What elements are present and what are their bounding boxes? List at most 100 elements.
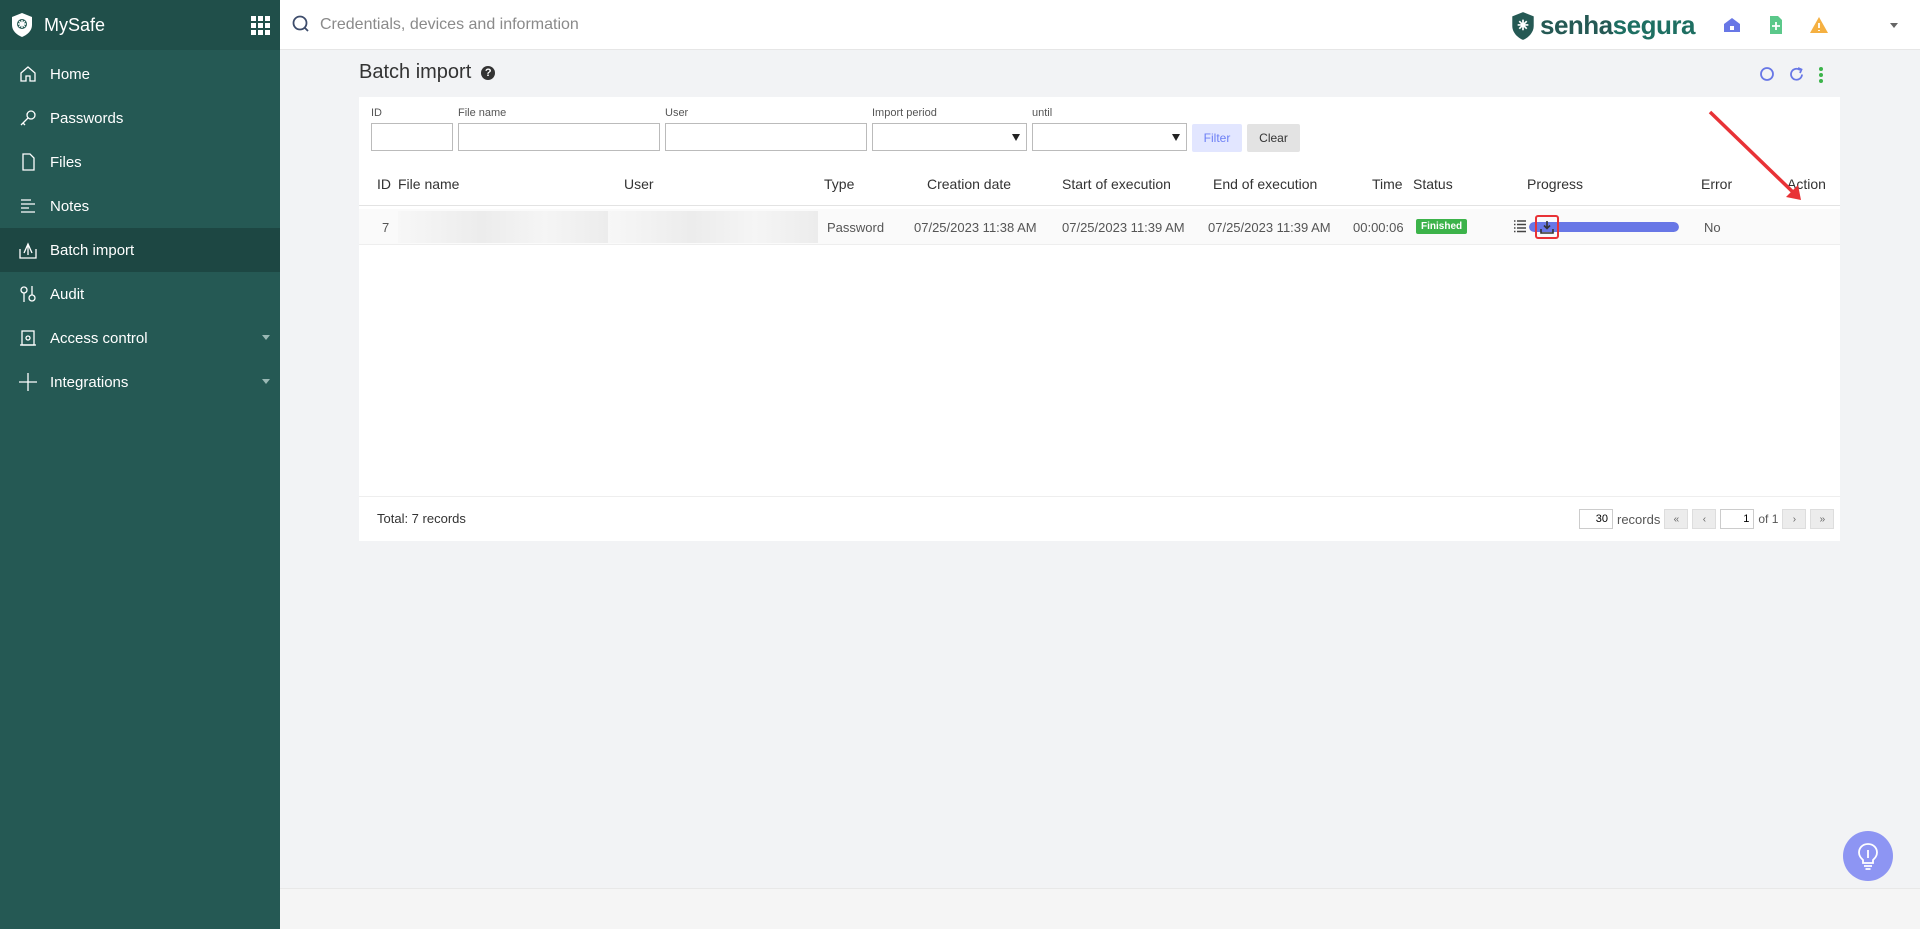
batch-import-panel: ID File name User Import period until Fi…: [359, 97, 1840, 541]
sidebar: MySafe Home Passwords Files Notes Batch …: [0, 0, 280, 929]
table-row[interactable]: 7 Password 07/25/2023 11:38 AM 07/25/202…: [359, 209, 1840, 245]
column-header-file-name[interactable]: File name: [398, 176, 459, 192]
status-badge: Finished: [1416, 219, 1468, 234]
column-header-user[interactable]: User: [624, 176, 654, 192]
access-control-icon: [18, 328, 38, 348]
next-page-button[interactable]: ›: [1782, 509, 1807, 529]
filter-label-user: User: [665, 107, 689, 119]
cell-user-redacted: [608, 211, 818, 243]
cell-creation-date: 07/25/2023 11:38 AM: [914, 220, 1037, 235]
footer-strip: [280, 888, 1920, 929]
sidebar-item-home[interactable]: Home: [0, 52, 280, 96]
import-period-end-select[interactable]: [1032, 123, 1187, 151]
batch-import-icon: [18, 240, 38, 260]
current-page-input[interactable]: [1720, 509, 1755, 529]
brand-logo: senhasegura: [1510, 10, 1695, 41]
id-filter-input[interactable]: [371, 123, 453, 151]
clear-button[interactable]: Clear: [1247, 124, 1300, 152]
user-menu-chevron-icon[interactable]: [1890, 23, 1898, 28]
column-header-id[interactable]: ID: [377, 176, 391, 192]
last-page-button[interactable]: »: [1810, 509, 1835, 529]
cell-end-of-execution: 07/25/2023 11:39 AM: [1208, 220, 1331, 235]
cell-error: No: [1704, 220, 1721, 235]
notes-icon: [18, 196, 38, 216]
sidebar-item-passwords[interactable]: Passwords: [0, 96, 280, 140]
add-document-icon[interactable]: [1766, 15, 1786, 35]
search-input[interactable]: [320, 12, 920, 38]
lightbulb-icon: [1858, 843, 1878, 870]
refresh-icon[interactable]: [1788, 66, 1805, 83]
column-header-progress[interactable]: Progress: [1527, 176, 1583, 192]
filter-button[interactable]: Filter: [1192, 124, 1242, 152]
plus-icon: [18, 372, 38, 392]
more-options-icon[interactable]: [1818, 66, 1824, 84]
download-button[interactable]: [1535, 215, 1559, 239]
brand-name-part2: segura: [1612, 10, 1696, 40]
column-header-creation-date[interactable]: Creation date: [927, 176, 1011, 192]
top-bar: senhasegura: [280, 0, 1920, 50]
dropdown-arrow-icon: [1012, 134, 1020, 141]
total-records: Total: 7 records: [377, 511, 466, 526]
brand-shield-icon: [1512, 11, 1534, 40]
cell-start-of-execution: 07/25/2023 11:39 AM: [1062, 220, 1185, 235]
warning-icon[interactable]: [1809, 15, 1829, 35]
shield-logo-icon: [12, 13, 32, 37]
sidebar-item-label: Notes: [50, 197, 90, 215]
sidebar-item-label: Home: [50, 65, 91, 83]
user-filter-input[interactable]: [665, 123, 867, 151]
chevron-down-icon: [262, 335, 270, 340]
column-header-action: Action: [1787, 176, 1826, 192]
help-icon[interactable]: ?: [481, 65, 496, 80]
sidebar-item-notes[interactable]: Notes: [0, 184, 280, 228]
brand-name-part1: senha: [1540, 10, 1613, 40]
sidebar-item-access-control[interactable]: Access control: [0, 316, 280, 360]
filter-label-import-period: Import period: [872, 107, 937, 119]
sidebar-nav: Home Passwords Files Notes Batch import: [0, 52, 280, 404]
key-icon: [18, 108, 38, 128]
column-header-error[interactable]: Error: [1701, 176, 1732, 192]
sidebar-item-label: Batch import: [50, 241, 135, 259]
sidebar-item-label: Passwords: [50, 109, 124, 127]
home-shortcut-icon[interactable]: [1722, 15, 1742, 35]
column-header-type[interactable]: Type: [824, 176, 854, 192]
filter-label-until: until: [1032, 107, 1053, 119]
file-icon: [18, 152, 38, 172]
cell-file-name-redacted: [398, 211, 608, 243]
column-header-start-of-execution[interactable]: Start of execution: [1062, 176, 1171, 192]
dropdown-arrow-icon: [1172, 134, 1180, 141]
home-icon: [18, 64, 38, 84]
app-name: MySafe: [44, 14, 106, 35]
circle-toggle-icon[interactable]: [1759, 66, 1775, 82]
first-page-button[interactable]: «: [1664, 509, 1689, 529]
column-header-status[interactable]: Status: [1413, 176, 1453, 192]
records-label: records: [1617, 511, 1661, 527]
divider: [359, 496, 1840, 497]
sidebar-item-label: Integrations: [50, 373, 129, 391]
apps-grid-icon[interactable]: [251, 15, 270, 35]
cell-type: Password: [827, 220, 885, 235]
sidebar-item-integrations[interactable]: Integrations: [0, 360, 280, 404]
column-header-end-of-execution[interactable]: End of execution: [1213, 176, 1317, 192]
list-details-icon[interactable]: [1513, 219, 1527, 233]
chevron-down-icon: [262, 379, 270, 384]
sidebar-item-files[interactable]: Files: [0, 140, 280, 184]
page-title: Batch import ?: [359, 61, 496, 84]
page-count-label: of 1: [1758, 512, 1779, 526]
pagination: records « ‹ of 1 › »: [1579, 509, 1835, 529]
import-period-start-select[interactable]: [872, 123, 1027, 151]
cell-time: 00:00:06: [1353, 220, 1404, 235]
sidebar-item-label: Files: [50, 153, 82, 171]
divider: [359, 205, 1840, 206]
audit-icon: [18, 284, 38, 304]
file-name-filter-input[interactable]: [458, 123, 660, 151]
sidebar-item-label: Access control: [50, 329, 148, 347]
sidebar-item-audit[interactable]: Audit: [0, 272, 280, 316]
filter-label-file-name: File name: [458, 107, 507, 119]
previous-page-button[interactable]: ‹: [1692, 509, 1717, 529]
column-header-time[interactable]: Time: [1372, 176, 1403, 192]
page-size-input[interactable]: [1579, 509, 1613, 529]
sidebar-item-label: Audit: [50, 285, 85, 303]
sidebar-item-batch-import[interactable]: Batch import: [0, 228, 280, 272]
tips-lightbulb-button[interactable]: [1843, 831, 1893, 881]
download-icon: [1540, 221, 1554, 234]
